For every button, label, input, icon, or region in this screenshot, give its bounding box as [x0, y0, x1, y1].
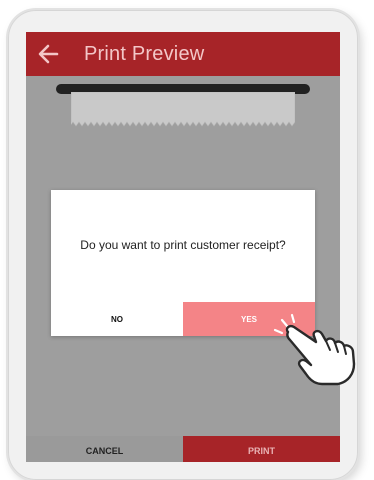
back-button[interactable] — [28, 32, 68, 76]
receipt-paper — [71, 92, 295, 127]
pointing-hand-icon — [273, 313, 356, 386]
page-title: Print Preview — [84, 42, 205, 65]
print-button[interactable]: PRINT — [183, 436, 340, 462]
arrow-left-icon — [38, 44, 59, 64]
app-header: Print Preview — [26, 32, 340, 76]
app-screen: Print Preview Do you want to print custo… — [26, 32, 340, 462]
no-button[interactable]: NO — [51, 302, 183, 336]
dialog-message: Do you want to print customer receipt? — [80, 238, 286, 252]
cancel-button[interactable]: CANCEL — [26, 436, 183, 462]
